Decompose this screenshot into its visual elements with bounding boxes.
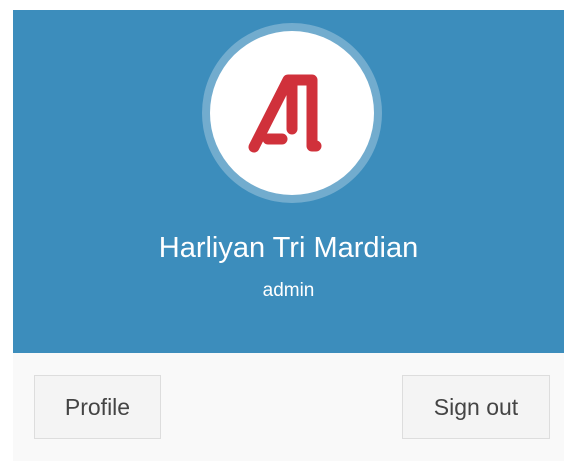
user-dropdown-menu: Harliyan Tri Mardian admin Profile Sign … bbox=[13, 10, 564, 461]
user-footer: Profile Sign out bbox=[13, 353, 564, 461]
avatar bbox=[210, 31, 374, 195]
user-name: Harliyan Tri Mardian bbox=[158, 232, 419, 264]
avatar-ring bbox=[202, 23, 382, 203]
sign-out-button[interactable]: Sign out bbox=[402, 375, 550, 439]
user-role: admin bbox=[262, 280, 315, 301]
logo-icon bbox=[248, 74, 322, 153]
profile-button[interactable]: Profile bbox=[34, 375, 161, 439]
user-header: Harliyan Tri Mardian admin bbox=[13, 10, 564, 353]
